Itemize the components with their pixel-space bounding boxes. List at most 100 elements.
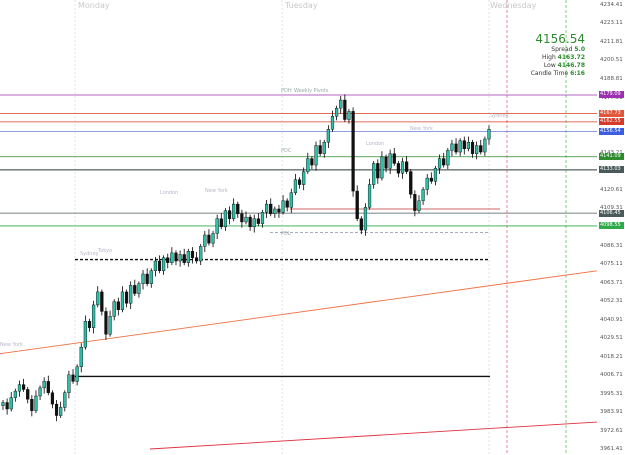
- axis-tick-label: 3961.41: [600, 446, 623, 452]
- price-axis[interactable]: 4234.414223.114211.814200.514188.814177.…: [597, 0, 625, 455]
- session-label: New York: [0, 342, 23, 348]
- candle-bull: [92, 304, 96, 328]
- candle-bear: [5, 402, 9, 410]
- axis-tick-label: 3995.31: [600, 390, 623, 397]
- candle-bull: [203, 234, 207, 247]
- candle-bear: [207, 234, 211, 244]
- candle-bull: [75, 366, 79, 382]
- session-label: London: [160, 190, 179, 196]
- candle-bear: [190, 251, 195, 258]
- axis-tick-label: 4040.91: [600, 316, 623, 323]
- trend-line-lower: [149, 421, 598, 450]
- candle-bull: [215, 218, 219, 234]
- candle-bear: [396, 163, 400, 174]
- candle-time-label: Candle Time: [530, 70, 569, 77]
- level-label-pdl: PDL: [281, 231, 291, 237]
- axis-tick-label: 4223.11: [600, 20, 623, 27]
- candle-bull: [326, 129, 330, 143]
- low-value: 4146.78: [557, 62, 585, 69]
- candle-bull: [372, 163, 376, 185]
- candle-bull: [400, 161, 405, 174]
- candle-bull: [149, 270, 153, 284]
- candle-bear: [384, 156, 388, 169]
- candle-bear: [227, 210, 232, 219]
- day-label-wednesday: Wednesday: [490, 1, 537, 10]
- price-level-tag: 4167.73: [599, 109, 624, 117]
- price-level-tag: 4179.09: [599, 91, 624, 99]
- candle-bear: [50, 392, 55, 405]
- day-label-tuesday: Tuesday: [285, 1, 318, 10]
- candle-bear: [87, 320, 92, 328]
- candle-bear: [429, 177, 433, 182]
- candle-bear: [157, 260, 162, 271]
- low-label: Low: [543, 62, 556, 69]
- axis-tick-label: 3972.61: [600, 427, 623, 434]
- candle-bull: [67, 374, 71, 393]
- candle-bull: [281, 200, 285, 213]
- level-label-pdc: PDC: [281, 148, 292, 154]
- candle-bear: [54, 403, 59, 416]
- candle-bear: [413, 194, 417, 211]
- level-label-pdh: PDH: [281, 88, 292, 94]
- candle-bull: [9, 397, 13, 410]
- candle-bear: [269, 203, 273, 215]
- candle-bull: [306, 158, 310, 172]
- price-level-tag: 4098.55: [599, 222, 624, 230]
- candle-bull: [293, 179, 298, 193]
- axis-tick-label: 4018.21: [600, 353, 623, 360]
- price-info-panel: 4156.54 Spread 5.0 High 4163.72 Low 4146…: [493, 32, 585, 78]
- axis-tick-label: 4063.71: [600, 279, 623, 286]
- candle-bear: [470, 142, 475, 154]
- axis-tick-label: 4006.71: [600, 372, 623, 379]
- price-level-tag: 4141.09: [599, 153, 624, 161]
- horizontal-levels: [0, 94, 597, 378]
- candle-bear: [405, 161, 409, 172]
- candle-bull: [120, 291, 125, 310]
- axis-tick-label: 4086.31: [600, 242, 623, 249]
- candle-bull: [330, 116, 335, 130]
- candle-bull: [264, 203, 269, 213]
- candle-bull: [141, 273, 145, 284]
- axis-tick-label: 4200.51: [600, 57, 623, 64]
- candle-bear: [21, 384, 26, 390]
- candle-bear: [30, 399, 34, 411]
- axis-tick-label: 4234.41: [600, 2, 623, 8]
- candle-bull: [421, 189, 425, 202]
- candle-bull: [260, 212, 265, 224]
- candle-bull: [232, 203, 236, 219]
- candle-bear: [409, 171, 413, 195]
- candle-bear: [219, 218, 223, 228]
- candle-bear: [376, 163, 380, 179]
- candle-bull: [289, 192, 293, 208]
- spread-value: 5.0: [574, 46, 585, 53]
- candle-bear: [297, 179, 302, 185]
- candle-time-value: 6:16: [570, 70, 585, 77]
- candle-bull: [1, 402, 5, 406]
- candle-bull: [425, 177, 429, 190]
- session-label: New York: [410, 126, 433, 132]
- candle-bull: [178, 254, 182, 262]
- candle-bull: [13, 390, 17, 398]
- candle-bull: [244, 216, 248, 223]
- level-label-weekly-pivots: Weekly Pivots: [294, 88, 329, 94]
- candle-bull: [437, 158, 442, 169]
- candle-bull: [339, 99, 343, 109]
- candle-bear: [359, 218, 363, 231]
- candle-bull: [314, 145, 318, 166]
- candle-bear: [166, 257, 170, 263]
- session-label: Tokyo: [98, 248, 112, 254]
- candle-bull: [34, 395, 38, 411]
- candle-bear: [310, 158, 314, 166]
- candle-bear: [182, 254, 186, 263]
- candle-bear: [454, 143, 458, 153]
- high-value: 4163.72: [557, 54, 585, 61]
- price-level-tag: 4162.55: [599, 118, 624, 126]
- price-level-tag: 4133.03: [599, 166, 624, 174]
- candle-bull: [363, 207, 368, 231]
- candle-bull: [153, 260, 157, 271]
- candle-bull: [252, 218, 256, 228]
- candle-bull: [59, 407, 63, 416]
- candle-bull: [466, 142, 471, 149]
- candle-bear: [462, 140, 466, 149]
- session-label: Sydney: [490, 113, 509, 119]
